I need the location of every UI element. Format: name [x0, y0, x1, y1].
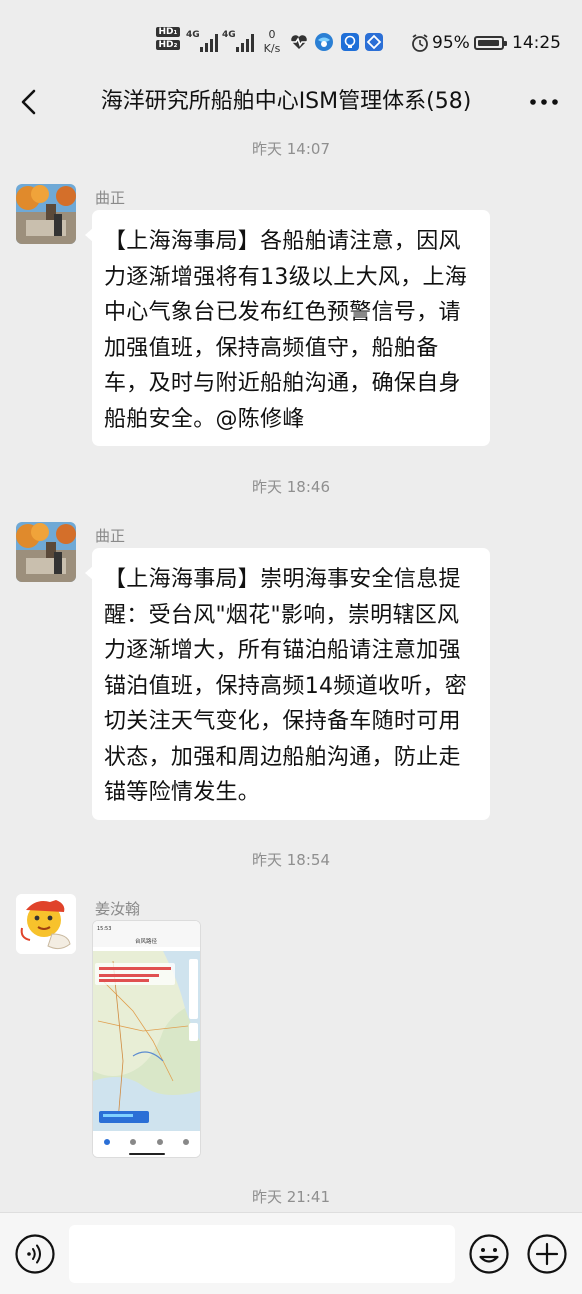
chevron-left-icon[interactable]	[10, 82, 50, 122]
hd1-label: HD₁	[156, 27, 180, 37]
avatar[interactable]	[16, 184, 76, 244]
battery-icon	[474, 36, 507, 50]
network-speed: 0 K/s	[260, 28, 284, 56]
more-dots-icon[interactable]	[524, 82, 564, 122]
sender-name: 曲正	[95, 189, 126, 207]
emoji-icon[interactable]	[468, 1233, 510, 1275]
alarm-icon	[412, 34, 428, 52]
network-speed-unit: K/s	[263, 42, 281, 55]
chat-title: 海洋研究所船舶中心ISM管理体系(58)	[100, 89, 472, 114]
plus-icon[interactable]	[526, 1233, 568, 1275]
battery-percent: 95%	[432, 33, 470, 53]
message-timestamp: 昨天 18:46	[252, 478, 330, 496]
message-bubble[interactable]: 【上海海事局】各船舶请注意，因风力逐渐增强将有13级以上大风，上海中心气象台已发…	[85, 210, 490, 446]
message-input[interactable]	[69, 1225, 455, 1283]
svg-text:15:53: 15:53	[97, 926, 111, 932]
clock: 14:25	[512, 33, 561, 53]
network-type-1: 4G	[186, 30, 200, 40]
sender-name: 曲正	[95, 527, 126, 545]
app-badge-icon	[365, 33, 383, 51]
sender-name: 姜汝翰	[95, 900, 141, 918]
browser-icon	[315, 33, 333, 51]
message-bubble[interactable]: 【上海海事局】崇明海事安全信息提醒：受台风"烟花"影响，崇明辖区风力逐渐增大，所…	[85, 548, 490, 820]
network-type-2: 4G	[222, 30, 236, 40]
message-timestamp: 昨天 14:07	[252, 140, 330, 158]
image-title: 台风路径	[135, 937, 158, 945]
hd-indicator: HD₁ HD₂	[156, 27, 180, 53]
hd2-label: HD₂	[156, 40, 180, 50]
voice-icon[interactable]	[14, 1233, 56, 1275]
image-message[interactable]: 15:53 台风路径	[92, 920, 201, 1158]
network-speed-value: 0	[268, 28, 276, 41]
avatar[interactable]	[16, 522, 76, 582]
avatar[interactable]	[16, 894, 76, 954]
shield-app-icon	[341, 33, 359, 51]
input-bar	[0, 1212, 582, 1294]
message-timestamp: 昨天 21:41	[252, 1188, 330, 1206]
message-timestamp: 昨天 18:54	[252, 851, 330, 869]
heart-pulse-icon	[291, 35, 307, 49]
chat-header: 海洋研究所船舶中心ISM管理体系(58)	[0, 70, 582, 134]
